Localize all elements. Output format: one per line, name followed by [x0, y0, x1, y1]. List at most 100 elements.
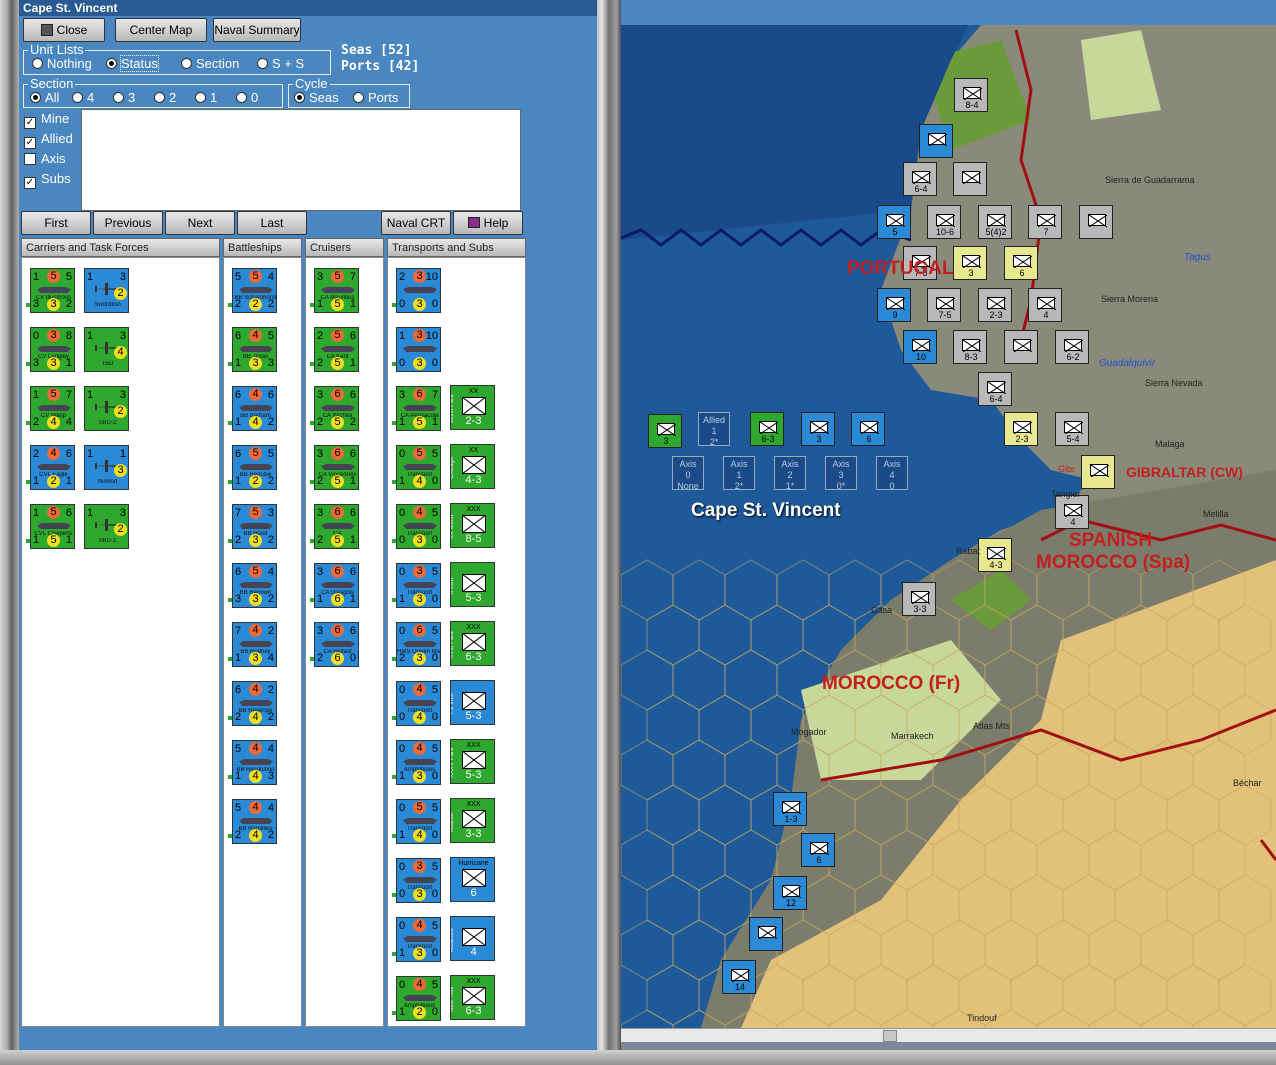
ship-counter[interactable]: 6 5 4 BB Renown 3 3 2 [232, 563, 277, 608]
filter-allied[interactable]: ✓ Allied [21, 129, 81, 149]
map-unit-counter[interactable]: 3 [953, 246, 987, 280]
map-unit-counter[interactable]: 10 [903, 330, 937, 364]
aircraft-counter[interactable]: 1 3 2 SBD-2 [84, 386, 129, 431]
panel-splitter[interactable] [597, 0, 621, 1050]
land-unit-counter[interactable]: XXX 6-3 XVIII Para [450, 621, 495, 666]
map-unit-counter[interactable]: 7 [1028, 205, 1062, 239]
map-unit-counter[interactable]: 3 [801, 412, 835, 446]
aircraft-counter[interactable]: 1 3 2 SBD-1 [84, 504, 129, 549]
scrollbar-thumb[interactable] [883, 1030, 897, 1042]
allied-sea-box[interactable]: Allied 1 2* [698, 412, 730, 447]
ship-counter[interactable]: 3 6 6 CA Glasgow 1 6 1 [314, 563, 359, 608]
map-horizontal-scrollbar[interactable] [621, 1028, 1276, 1042]
ship-counter[interactable]: 7 4 2 BB Rodney 1 3 4 [232, 622, 277, 667]
first-button[interactable]: First [21, 211, 91, 235]
map-unit-counter[interactable]: 6-4 [978, 372, 1012, 406]
map-unit-counter[interactable]: 6-2 [1055, 330, 1089, 364]
radio-nothing[interactable]: Nothing [32, 56, 92, 71]
previous-button[interactable]: Previous [93, 211, 163, 235]
ship-counter[interactable]: 3 5 7 CA Mauritius 1 5 1 [314, 268, 359, 313]
map-unit-counter[interactable]: 6-4 [903, 162, 937, 196]
axis-sea-box-0[interactable]: Axis 0 None [672, 456, 704, 491]
naval-summary-button[interactable]: Naval Summary [213, 18, 301, 42]
ship-counter[interactable]: 7 5 3 BB Hood 2 3 2 [232, 504, 277, 549]
radio-section-3[interactable]: 3 [113, 90, 135, 105]
ship-counter[interactable]: 5 5 4 BB Scharnhorst 2 2 2 [232, 268, 277, 313]
ship-counter[interactable]: 055Transport140 [396, 445, 441, 490]
map-unit-counter[interactable]: 6 [1004, 246, 1038, 280]
map-unit-counter[interactable]: 8-3 [953, 330, 987, 364]
land-unit-counter[interactable]: XXX 8-5 XX Mech [450, 503, 495, 548]
ship-counter[interactable]: 1 3 10 0 3 0 [396, 327, 441, 372]
map-unit-counter[interactable] [1081, 455, 1115, 489]
map-unit-counter[interactable]: 3 [648, 414, 682, 448]
ship-counter[interactable]: 5 4 4 BB Resolution 1 4 3 [232, 740, 277, 785]
close-button[interactable]: Close [23, 18, 105, 42]
radio-section-4[interactable]: 4 [72, 90, 94, 105]
ship-counter[interactable]: 2 5 6 CA Kent 2 5 1 [314, 327, 359, 372]
help-button[interactable]: Help [453, 211, 523, 235]
radio-section-0[interactable]: 0 [236, 90, 258, 105]
map-unit-counter[interactable]: 4 [1028, 288, 1062, 322]
aircraft-counter[interactable]: 1 3 2 Swordfish [84, 268, 129, 313]
ship-counter[interactable]: 065HMS Queen Mary230 [396, 622, 441, 667]
game-map[interactable]: 8-4 6-4 5 10-6 5(4)2 7 7-5 3 6 9 7-5 2-3 4 10 8-3 6-2 6-… [621, 0, 1276, 1028]
ship-counter[interactable]: 3 6 6 CA Wichita 2 5 2 [314, 386, 359, 431]
radio-section-1[interactable]: 1 [195, 90, 217, 105]
filter-subs[interactable]: ✓ Subs [21, 169, 81, 189]
radio-cycle-seas[interactable]: Seas [294, 90, 339, 105]
axis-sea-box-2[interactable]: Axis 2 1* [774, 456, 806, 491]
axis-sea-box-4[interactable]: Axis 4 0 [876, 456, 908, 491]
last-button[interactable]: Last [237, 211, 307, 235]
map-unit-counter[interactable]: 2-3 [978, 288, 1012, 322]
ship-counter[interactable]: 045Amphibious130 [396, 740, 441, 785]
land-unit-counter[interactable]: XX 4-3 Chicago [450, 444, 495, 489]
radio-cycle-ports[interactable]: Ports [353, 90, 398, 105]
ship-counter[interactable]: 1 5 5 CV Illustrious 3 3 2 [30, 268, 75, 313]
map-unit-counter[interactable]: 14 [722, 960, 756, 994]
radio-section-2[interactable]: 2 [154, 90, 176, 105]
center-map-button[interactable]: Center Map [115, 18, 207, 42]
map-unit-counter[interactable]: 3-3 [902, 582, 936, 616]
next-button[interactable]: Next [165, 211, 235, 235]
aircraft-counter[interactable]: 1 3 4 TBD [84, 327, 129, 372]
map-unit-counter[interactable]: 5(4)2 [978, 205, 1012, 239]
ship-counter[interactable]: 1 5 6 CVL Cowpens 1 5 1 [30, 504, 75, 549]
ship-counter[interactable]: 0 3 8 CV Langley 3 3 1 [30, 327, 75, 372]
filter-mine[interactable]: ✓ Mine [21, 109, 81, 129]
map-unit-counter[interactable] [919, 124, 953, 158]
map-unit-counter[interactable]: 9 [877, 288, 911, 322]
land-unit-counter[interactable]: XXX 6-3 New York [450, 975, 495, 1020]
axis-sea-box-1[interactable]: Axis 1 2* [723, 456, 755, 491]
map-unit-counter[interactable]: 6 [851, 412, 885, 446]
ship-counter[interactable]: 035Transport030 [396, 858, 441, 903]
map-unit-counter[interactable]: 8-4 [954, 78, 988, 112]
map-unit-counter[interactable]: 6 [801, 833, 835, 867]
map-unit-counter[interactable] [1004, 330, 1038, 364]
land-unit-counter[interactable]: 4 Albacore [450, 916, 495, 961]
map-unit-counter[interactable]: 6-3 [750, 412, 784, 446]
ship-counter[interactable]: 045Transport030 [396, 504, 441, 549]
land-unit-counter[interactable]: XXX 5-3 XXXV Para [450, 739, 495, 784]
radio-status[interactable]: Status [106, 55, 159, 72]
map-unit-counter[interactable]: 10-6 [927, 205, 961, 239]
map-unit-counter[interactable]: 7-5 [927, 288, 961, 322]
map-unit-counter[interactable]: 12 [773, 876, 807, 910]
ship-counter[interactable]: 366CA251 [314, 504, 359, 549]
land-unit-counter[interactable]: XX 2-3 101st Para [450, 385, 495, 430]
radio-section[interactable]: Section [181, 56, 239, 71]
map-unit-counter[interactable]: 5-4 [1055, 412, 1089, 446]
ship-counter[interactable]: 5 4 4 BB Ramillies 2 4 2 [232, 799, 277, 844]
ship-counter[interactable]: 3 6 7 CA Pensacola 1 5 1 [396, 386, 441, 431]
map-unit-counter[interactable]: 2-3 [1004, 412, 1038, 446]
ship-counter[interactable]: 2 4 6 CVL Eagle 1 2 1 [30, 445, 75, 490]
filter-axis[interactable]: Axis [21, 149, 81, 169]
ship-counter[interactable]: 3 6 6 CA Vincennes 2 5 1 [314, 445, 359, 490]
land-unit-counter[interactable]: 5-3 7.2 Inch [450, 680, 495, 725]
radio-section-all[interactable]: All [30, 90, 59, 105]
ship-counter[interactable]: 055Transport140 [396, 799, 441, 844]
land-unit-counter[interactable]: 5-3 8 Inch [450, 562, 495, 607]
map-unit-counter[interactable]: 5 [877, 205, 911, 239]
ship-counter[interactable]: 2 3 10 0 3 0 [396, 268, 441, 313]
radio-s-plus-s[interactable]: S + S [257, 56, 304, 71]
